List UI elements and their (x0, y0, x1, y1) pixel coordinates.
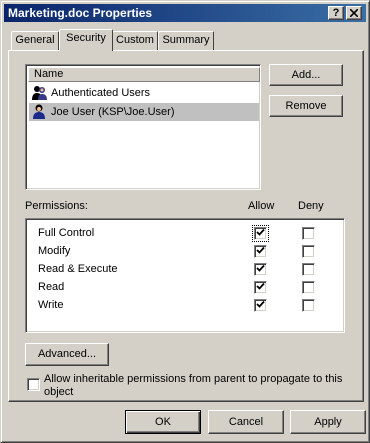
checkmark-icon (256, 246, 265, 254)
group-icon (32, 86, 47, 100)
deny-checkbox-modify[interactable] (302, 245, 315, 258)
deny-column-header: Deny (298, 200, 324, 212)
window-title: Marketing.doc Properties (8, 6, 153, 20)
checkmark-icon (256, 300, 265, 308)
allow-checkbox-modify[interactable] (254, 245, 267, 258)
advanced-button[interactable]: Advanced... (25, 343, 109, 366)
inherit-permissions-checkbox[interactable] (27, 378, 40, 391)
checkmark-icon (256, 264, 265, 272)
add-button[interactable]: Add... (269, 64, 343, 86)
tab-general[interactable]: General (11, 31, 59, 50)
permission-label: Full Control (38, 227, 95, 239)
allow-checkbox-full-control[interactable] (252, 225, 269, 242)
title-bar[interactable]: Marketing.doc Properties ? (4, 4, 366, 22)
ok-button[interactable]: OK (125, 410, 201, 434)
permission-label: Read (38, 281, 65, 293)
apply-button[interactable]: Apply (290, 410, 366, 434)
allow-checkbox-read[interactable] (254, 281, 267, 294)
properties-dialog: Marketing.doc Properties ? General Secur… (0, 0, 370, 443)
close-button[interactable] (346, 6, 362, 20)
tab-security[interactable]: Security (59, 29, 113, 51)
allow-checkbox-read-execute[interactable] (254, 263, 267, 276)
tab-custom[interactable]: Custom (112, 31, 158, 50)
user-label: Joe User (KSP\Joe.User) (51, 106, 175, 118)
close-icon (349, 8, 359, 18)
cancel-button[interactable]: Cancel (208, 410, 284, 434)
inherit-permissions-label[interactable]: Allow inheritable permissions from paren… (44, 373, 344, 399)
name-column-header[interactable]: Name (28, 67, 260, 82)
list-item-joe-user[interactable]: Joe User (KSP\Joe.User) (29, 103, 259, 121)
allow-checkbox-write[interactable] (254, 299, 267, 312)
checkmark-icon (256, 282, 265, 290)
allow-column-header: Allow (248, 200, 275, 212)
deny-checkbox-read-execute[interactable] (302, 263, 315, 276)
user-icon (33, 104, 45, 119)
permission-label: Read & Execute (38, 263, 118, 275)
deny-checkbox-full-control[interactable] (302, 227, 315, 240)
names-list[interactable]: Name Authenticated Users Joe User (KSP\J… (25, 64, 261, 190)
deny-checkbox-read[interactable] (302, 281, 315, 294)
permission-label: Write (38, 299, 64, 311)
user-label: Authenticated Users (51, 87, 151, 99)
permission-label: Modify (38, 245, 71, 257)
help-button[interactable]: ? (328, 6, 344, 20)
list-item-authenticated-users[interactable]: Authenticated Users (29, 84, 259, 102)
deny-checkbox-write[interactable] (302, 299, 315, 312)
checkmark-icon (256, 228, 265, 236)
permissions-label: Permissions: (25, 200, 88, 212)
tab-summary[interactable]: Summary (158, 31, 214, 50)
permissions-list: Full Control Modify Read & Execute Read … (25, 218, 345, 333)
remove-button[interactable]: Remove (269, 95, 343, 117)
